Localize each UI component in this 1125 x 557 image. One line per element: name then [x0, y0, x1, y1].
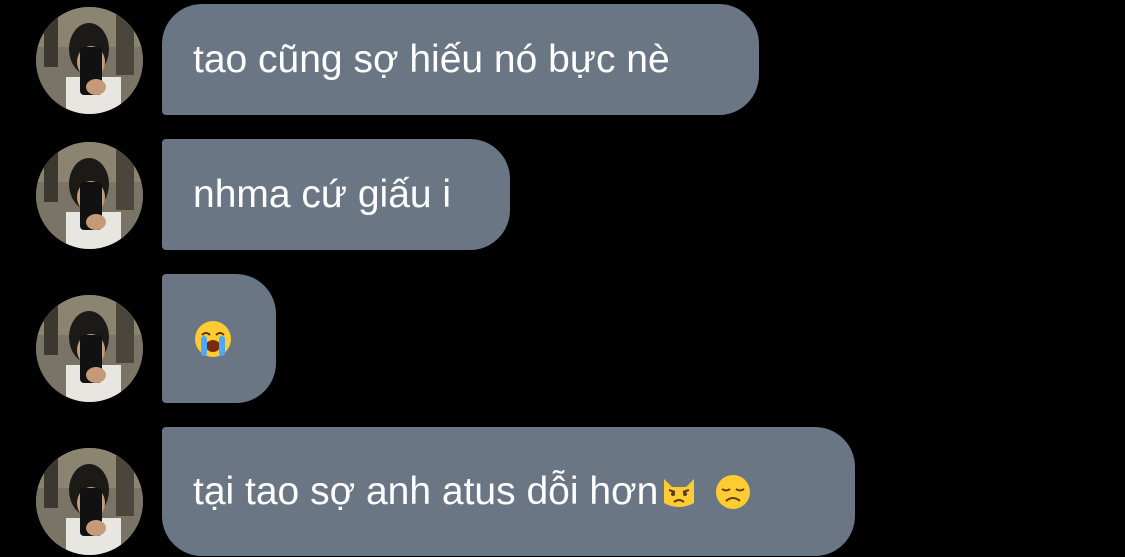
- sender-avatar[interactable]: [36, 295, 143, 402]
- sender-avatar[interactable]: [36, 7, 143, 114]
- avatar-photo: [36, 142, 143, 249]
- message-text: nhma cứ giấu i: [193, 173, 452, 216]
- sender-avatar[interactable]: [36, 448, 143, 555]
- message-text: tao cũng sợ hiếu nó bực nè: [193, 38, 670, 81]
- loudly-crying-face-icon: [193, 319, 233, 359]
- disappointed-face-icon: [714, 473, 752, 511]
- message-bubble[interactable]: nhma cứ giấu i: [162, 139, 510, 250]
- message-bubble[interactable]: tại tao sợ anh atus dỗi hơn: [162, 427, 855, 556]
- avatar-photo: [36, 295, 143, 402]
- avatar-photo: [36, 448, 143, 555]
- sender-avatar[interactable]: [36, 142, 143, 249]
- message-bubble[interactable]: [162, 274, 276, 403]
- message-bubble[interactable]: tao cũng sợ hiếu nó bực nè: [162, 4, 759, 115]
- message-text: tại tao sợ anh atus dỗi hơn: [193, 470, 659, 513]
- avatar-photo: [36, 7, 143, 114]
- pouting-cat-face-icon: [660, 473, 698, 511]
